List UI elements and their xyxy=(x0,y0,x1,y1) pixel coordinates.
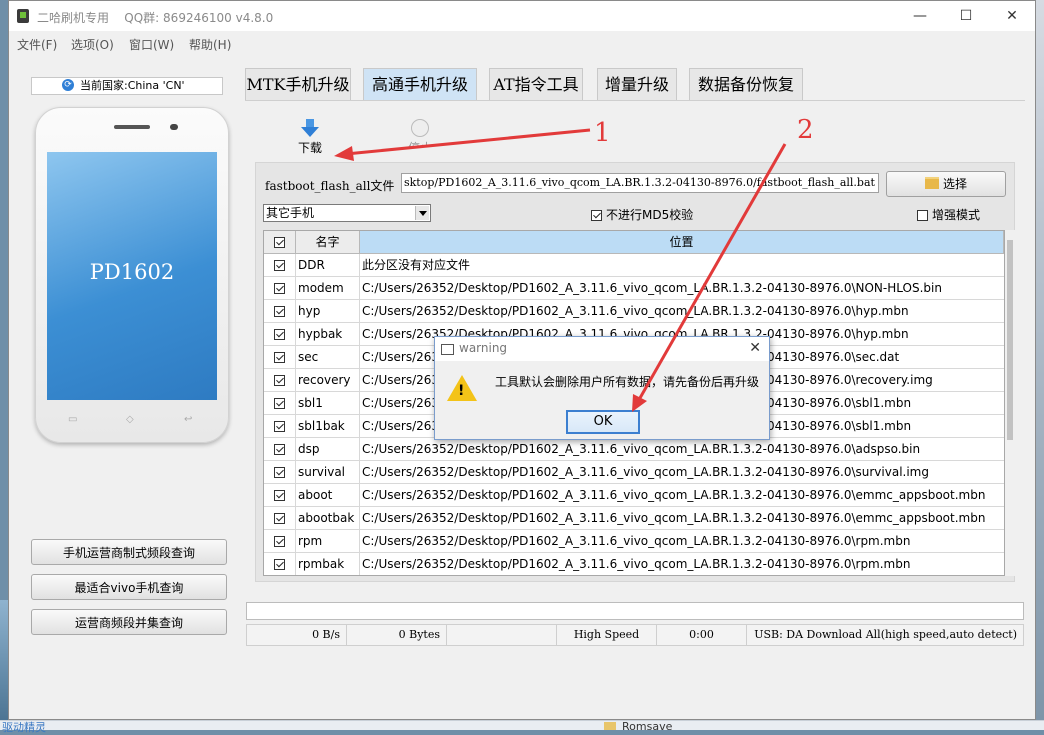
arrowhead-1-icon xyxy=(334,146,354,161)
annotation-arrow-2 xyxy=(638,143,787,399)
annotation-label-1: 1 xyxy=(594,118,611,148)
annotation-overlay xyxy=(334,128,787,412)
annotation-arrow-1 xyxy=(345,128,591,156)
annotation-label-2: 2 xyxy=(797,115,814,145)
